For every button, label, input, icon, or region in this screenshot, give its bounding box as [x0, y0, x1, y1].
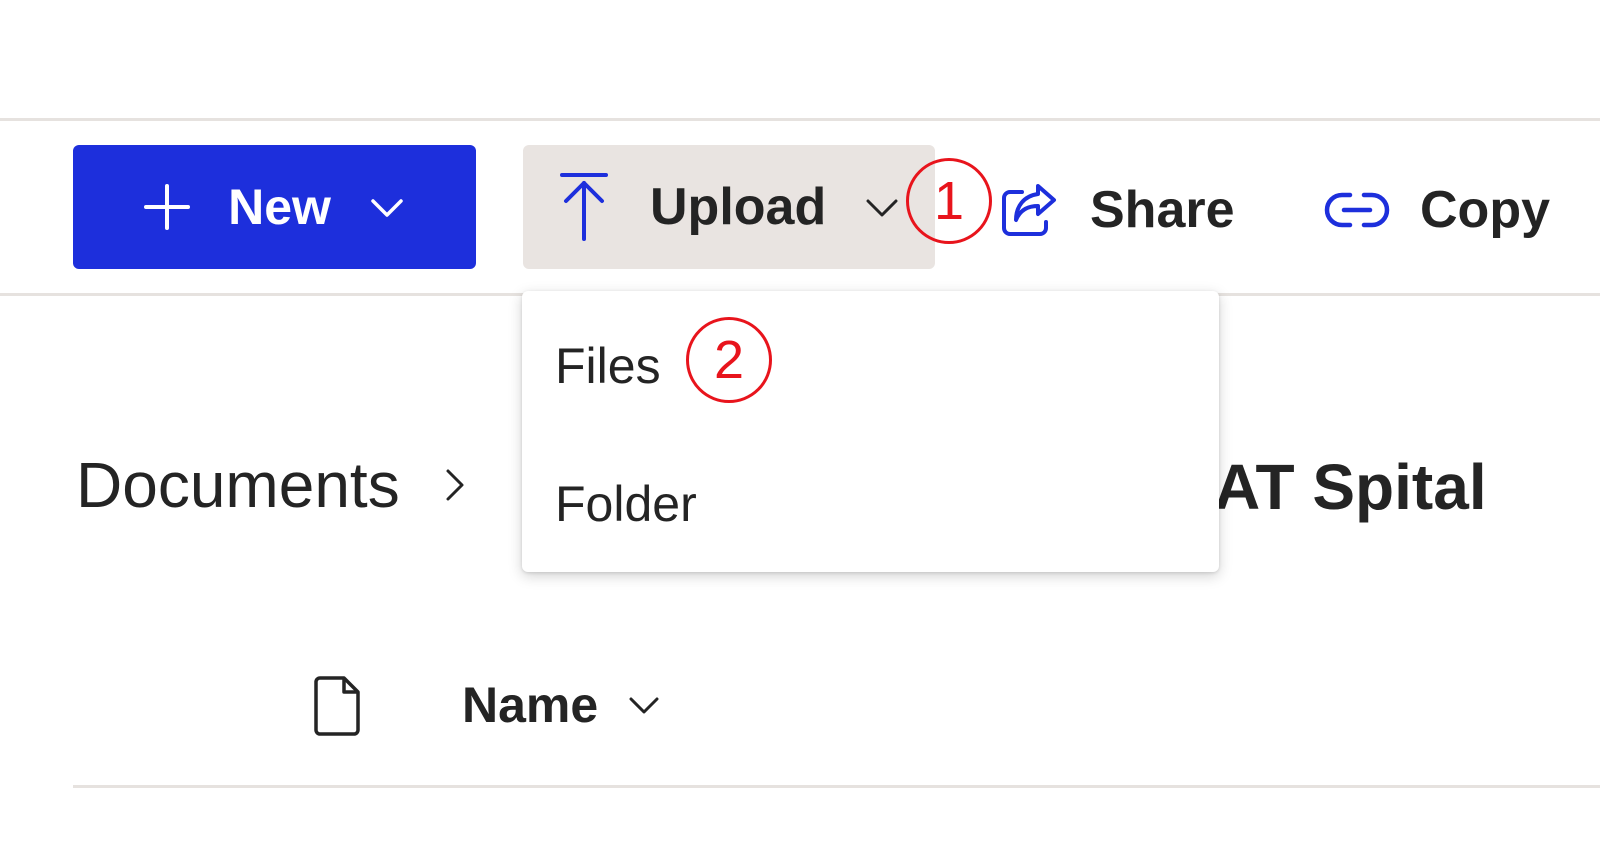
share-button-label: Share: [1090, 181, 1235, 239]
upload-dropdown-menu: Files Folder: [522, 291, 1219, 572]
breadcrumb-current-folder: AT Spital: [1214, 451, 1487, 523]
upload-button[interactable]: Upload: [523, 145, 935, 269]
file-icon[interactable]: [312, 674, 364, 738]
chevron-right-icon: [446, 469, 464, 501]
list-header-divider: [73, 785, 1600, 788]
page: New Upload 1 Share Copy Documents AT Spi…: [0, 0, 1600, 862]
menu-item-files[interactable]: Files: [522, 311, 1219, 421]
copy-link-button[interactable]: Copy: [1324, 160, 1550, 260]
menu-item-folder-label: Folder: [555, 476, 697, 532]
menu-item-folder[interactable]: Folder: [522, 449, 1219, 559]
breadcrumb-item-documents[interactable]: Documents: [76, 448, 400, 522]
copy-link-button-label: Copy: [1420, 181, 1550, 239]
sort-chevron-down-icon: [629, 697, 659, 714]
chevron-down-icon: [371, 199, 403, 217]
plus-icon: [144, 184, 191, 230]
new-button-label: New: [228, 179, 331, 235]
share-icon: [1002, 184, 1056, 236]
breadcrumb: Documents: [76, 448, 470, 522]
upload-arrow-icon: [560, 173, 608, 241]
name-column-header[interactable]: Name: [462, 676, 662, 734]
share-button[interactable]: Share: [998, 160, 1235, 260]
top-divider: [0, 118, 1600, 121]
annotation-marker-1: 1: [906, 158, 992, 244]
link-icon: [1324, 192, 1390, 228]
new-button[interactable]: New: [73, 145, 476, 269]
annotation-marker-2: 2: [686, 317, 772, 403]
upload-button-label: Upload: [650, 178, 827, 236]
menu-item-files-label: Files: [555, 338, 661, 394]
upload-chevron-down-icon: [866, 199, 898, 217]
name-column-label: Name: [462, 677, 599, 733]
